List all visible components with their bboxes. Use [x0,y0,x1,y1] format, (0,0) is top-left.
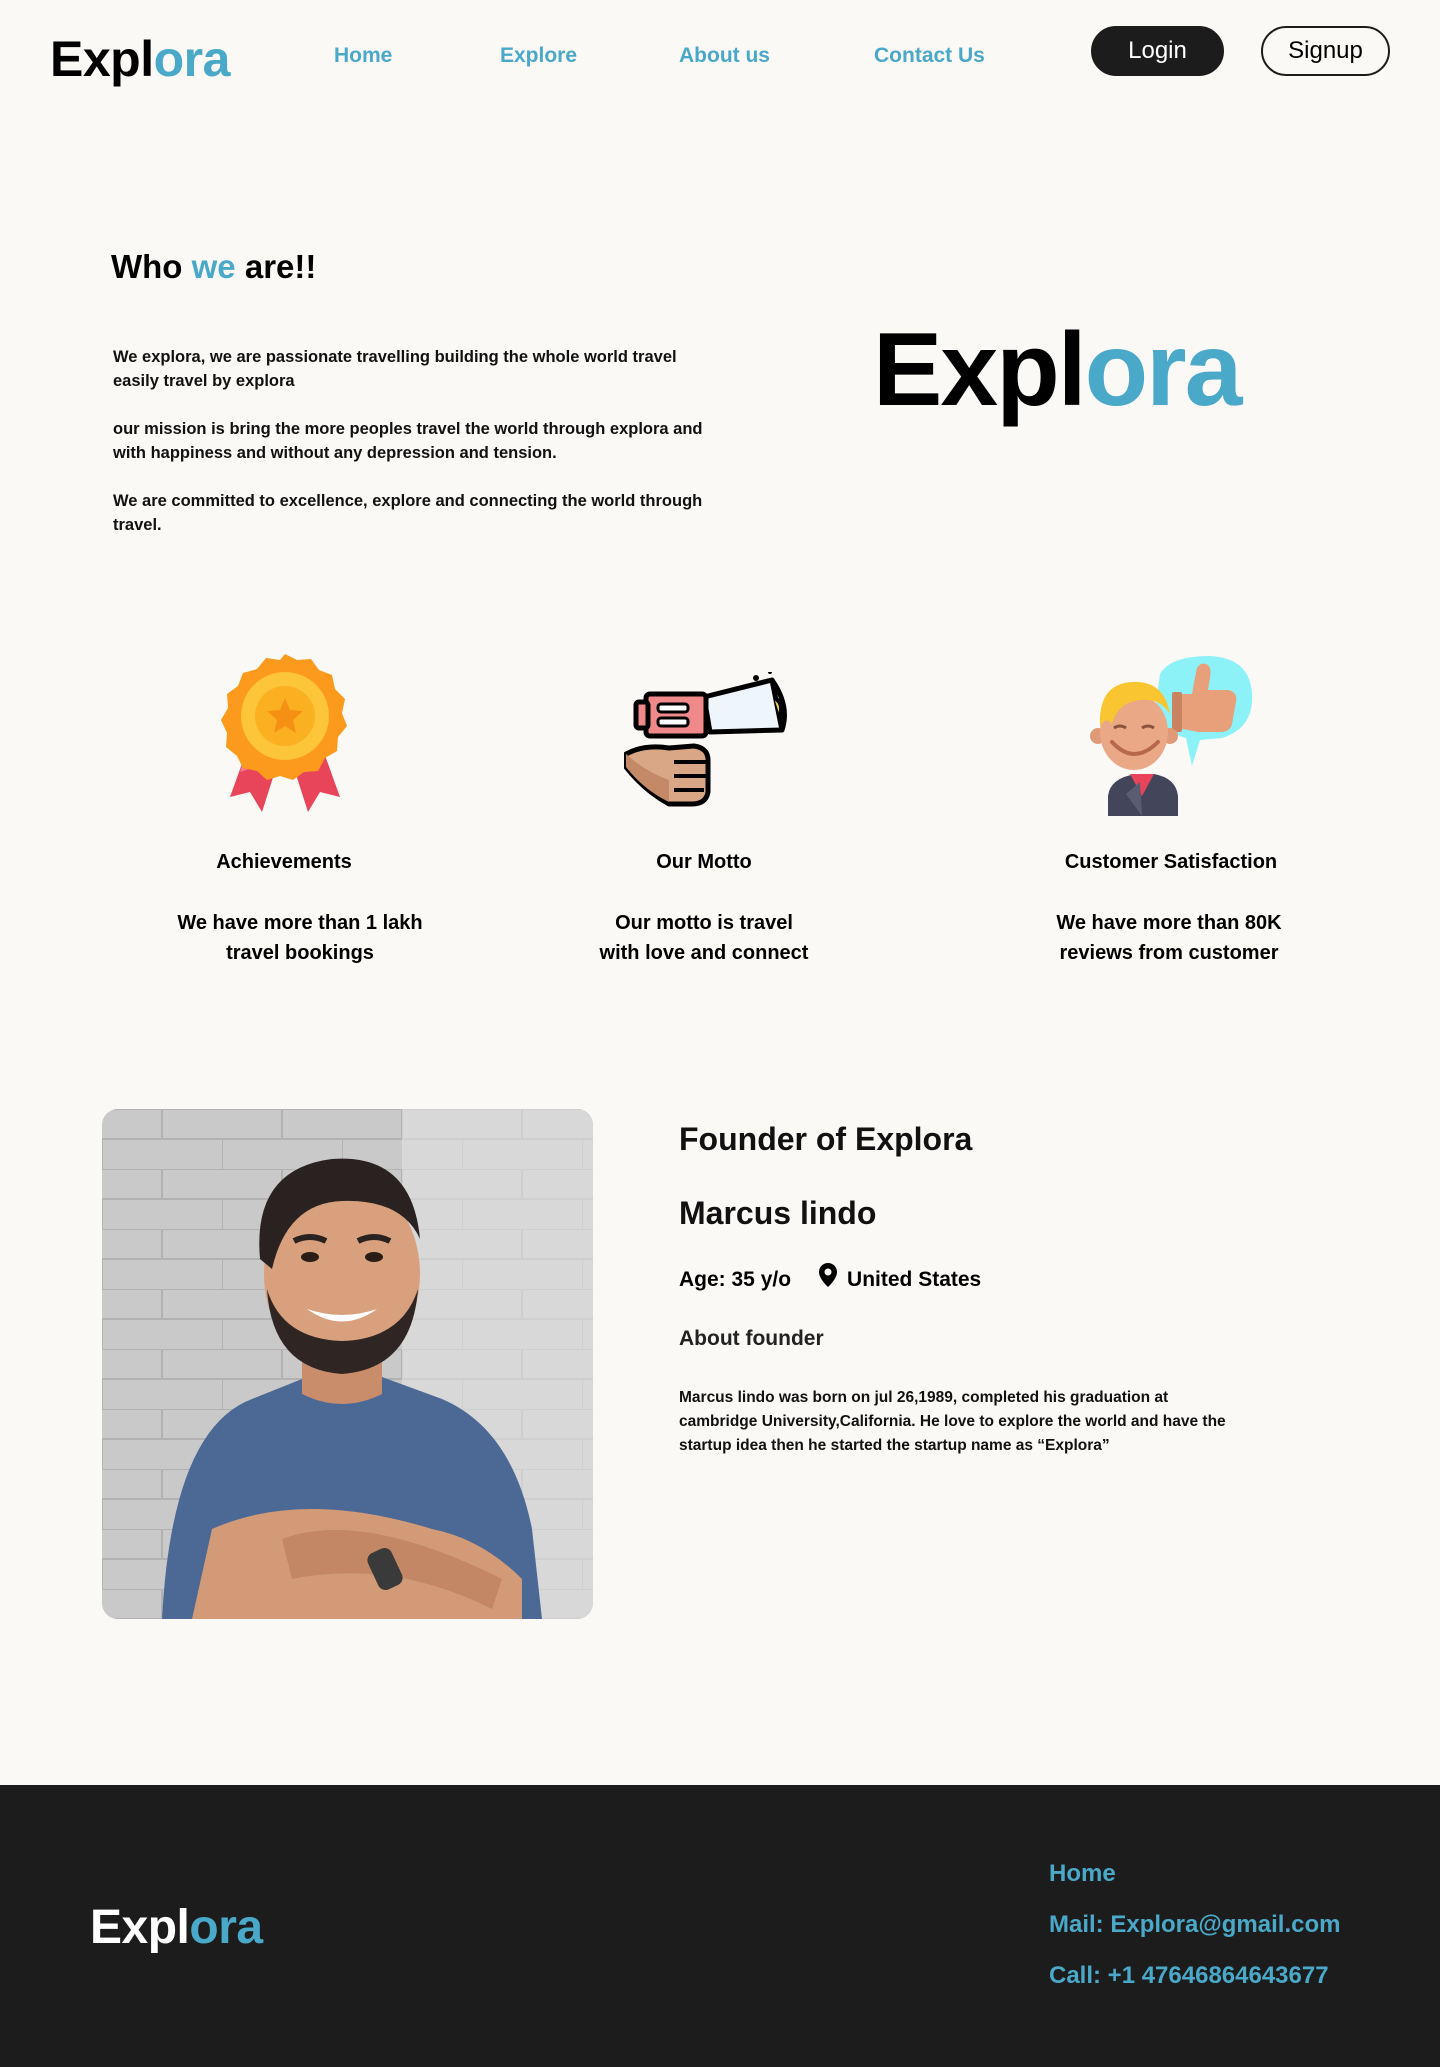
nav-link-home[interactable]: Home [334,42,392,70]
location-pin-icon [819,1263,838,1296]
heading-part-1: Who [111,248,192,285]
footer-mail-link[interactable]: Mail: Explora@gmail.com [1049,1909,1340,1941]
founder-location: United States [847,1267,982,1291]
who-we-are-heading: Who we are!! [111,244,316,290]
founder-photo [102,1109,593,1619]
footer-logo-text-accent: ora [189,1901,263,1954]
footer-link-home[interactable]: Home [1049,1858,1116,1890]
feature-desc-achievements: We have more than 1 lakh travel bookings [140,908,460,968]
feature-desc-line: We have more than 80K [1056,912,1282,934]
feature-desc-line: reviews from customer [1059,942,1279,964]
brand-logo[interactable]: Explora [50,24,230,94]
large-brand-logo: Explora [873,300,1243,440]
founder-name: Marcus lindo [679,1195,877,1231]
footer-call-link[interactable]: Call: +1 47646864643677 [1049,1960,1329,1992]
logo-text-accent: ora [153,31,231,87]
login-button[interactable]: Login [1091,26,1224,76]
customer-thumbs-up-icon [1090,654,1255,816]
feature-title-our-motto: Our Motto [656,851,752,873]
feature-desc-line: with love and connect [599,942,809,964]
feature-desc-line: travel bookings [226,942,374,964]
founder-section-heading: Founder of Explora [679,1121,973,1157]
heading-part-accent: we [191,248,236,285]
footer-logo-text-light: Expl [90,1901,190,1954]
founder-bio: Marcus lindo was born on jul 26,1989, co… [679,1389,1226,1454]
about-founder-label: About founder [679,1327,824,1350]
large-logo-text-dark: Expl [873,312,1087,428]
feature-desc-line: We have more than 1 lakh [177,912,423,934]
site-footer: Explora Home Mail: Explora@gmail.com Cal… [0,1785,1440,2067]
feature-desc-customer-satisfaction: We have more than 80K reviews from custo… [1009,908,1329,968]
feature-title-achievements: Achievements [216,851,352,873]
footer-logo[interactable]: Explora [90,1895,263,1961]
about-paragraph-2: our mission is bring the more peoples tr… [113,420,703,462]
megaphone-icon [623,670,788,807]
top-navigation: Explora Home Explore About us Contact Us… [0,0,1440,112]
medal-icon [220,652,350,817]
nav-link-contact-us[interactable]: Contact Us [874,42,985,70]
founder-age: Age: 35 y/o [679,1267,792,1291]
nav-link-explore[interactable]: Explore [500,42,577,70]
founder-meta: Age: 35 y/o United States [679,1263,981,1296]
feature-desc-our-motto: Our motto is travel with love and connec… [544,908,864,968]
feature-title-customer-satisfaction: Customer Satisfaction [1064,851,1278,873]
logo-text-dark: Expl [50,31,154,87]
feature-desc-line: Our motto is travel [615,912,793,934]
about-paragraph-3: We are committed to excellence, explore … [113,492,703,534]
heading-part-3: are!! [235,248,317,285]
large-logo-text-accent: ora [1084,312,1243,428]
signup-button[interactable]: Signup [1261,26,1390,76]
nav-link-about-us[interactable]: About us [679,42,770,70]
about-paragraph-1: We explora, we are passionate travelling… [113,348,677,390]
